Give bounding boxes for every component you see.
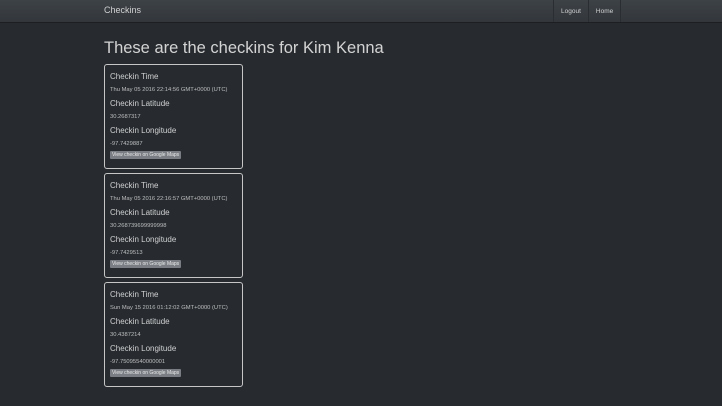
checkin-longitude-value: -97.75095540000001 bbox=[110, 359, 166, 365]
navbar: Checkins Logout Home bbox=[0, 0, 722, 23]
checkin-longitude-label: Checkin Longitude bbox=[110, 126, 177, 135]
page-title: These are the checkins for Kim Kenna bbox=[104, 39, 384, 57]
checkin-time-label: Checkin Time bbox=[110, 290, 159, 299]
checkin-latitude-label: Checkin Latitude bbox=[110, 99, 170, 108]
view-on-google-maps-button[interactable]: View checkin on Google Maps bbox=[110, 369, 182, 377]
checkin-latitude-value: 30.4387214 bbox=[110, 332, 141, 338]
checkin-card: Checkin Time Thu May 05 2016 22:14:56 GM… bbox=[104, 64, 243, 169]
checkin-longitude-label: Checkin Longitude bbox=[110, 344, 177, 353]
checkin-latitude-label: Checkin Latitude bbox=[110, 317, 170, 326]
checkin-latitude-value: 30.2687317 bbox=[110, 114, 141, 120]
checkin-latitude-value: 30.268739699999998 bbox=[110, 223, 167, 229]
checkin-card: Checkin Time Thu May 05 2016 22:16:57 GM… bbox=[104, 173, 243, 278]
checkin-time-value: Thu May 05 2016 22:16:57 GMT+0000 (UTC) bbox=[110, 196, 228, 202]
navbar-links: Logout Home bbox=[553, 0, 622, 22]
checkin-time-label: Checkin Time bbox=[110, 72, 159, 81]
home-link[interactable]: Home bbox=[587, 0, 622, 22]
checkin-longitude-label: Checkin Longitude bbox=[110, 235, 177, 244]
view-on-google-maps-button[interactable]: View checkin on Google Maps bbox=[110, 260, 182, 268]
navbar-brand[interactable]: Checkins bbox=[104, 5, 141, 15]
checkin-longitude-value: -97.7429887 bbox=[110, 141, 143, 147]
checkin-time-value: Thu May 05 2016 22:14:56 GMT+0000 (UTC) bbox=[110, 87, 228, 93]
view-on-google-maps-button[interactable]: View checkin on Google Maps bbox=[110, 151, 182, 159]
checkin-time-label: Checkin Time bbox=[110, 181, 159, 190]
checkin-time-value: Sun May 15 2016 01:12:02 GMT+0000 (UTC) bbox=[110, 305, 228, 311]
checkin-latitude-label: Checkin Latitude bbox=[110, 208, 170, 217]
logout-link[interactable]: Logout bbox=[553, 0, 588, 22]
checkin-card: Checkin Time Sun May 15 2016 01:12:02 GM… bbox=[104, 282, 243, 387]
checkin-longitude-value: -97.7429513 bbox=[110, 250, 143, 256]
